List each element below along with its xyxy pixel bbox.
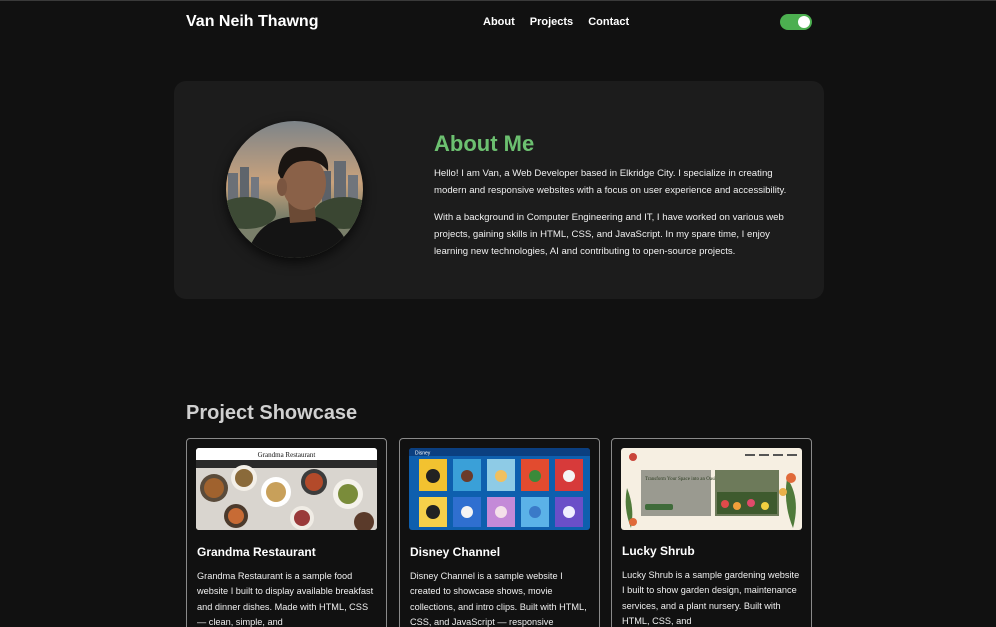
project-card-grandma-restaurant[interactable]: Grandma Restaurant Grandma Restaurant Gr… [186, 438, 387, 627]
project-card-lucky-shrub[interactable]: Transform Your Space into an Oasis Lucky… [611, 438, 812, 627]
project-name: Lucky Shrub [622, 544, 695, 558]
about-paragraph-2: With a background in Computer Engineerin… [434, 212, 784, 257]
brand-name[interactable]: Van Neih Thawng [186, 13, 318, 31]
thumb-title: Transform Your Space into an Oasis [645, 477, 717, 482]
projects-title: Project Showcase [186, 402, 358, 424]
project-name: Grandma Restaurant [197, 545, 316, 559]
site-header: Van Neih Thawng About Projects Contact [186, 12, 812, 34]
project-thumbnail: Disney [409, 448, 590, 530]
thumb-title: Disney [415, 451, 431, 457]
profile-photo [226, 121, 363, 258]
project-description: Grandma Restaurant is a sample food webs… [197, 571, 374, 627]
nav-projects[interactable]: Projects [530, 16, 573, 28]
main-nav: About Projects Contact [483, 16, 629, 28]
nav-contact[interactable]: Contact [588, 16, 629, 28]
about-section: About Me Hello! I am Van, a Web Develope… [174, 81, 824, 299]
project-thumbnail: Transform Your Space into an Oasis [621, 448, 802, 530]
top-border [0, 0, 996, 1]
about-title: About Me [434, 131, 535, 156]
about-paragraph-1: Hello! I am Van, a Web Developer based i… [434, 168, 787, 196]
project-thumbnail: Grandma Restaurant [196, 448, 377, 530]
project-description: Disney Channel is a sample website I cre… [410, 571, 587, 627]
thumb-title: Grandma Restaurant [258, 451, 316, 459]
project-name: Disney Channel [410, 545, 501, 559]
project-card-disney-channel[interactable]: Disney Disney Channel Disney Channel is … [399, 438, 600, 627]
nav-about[interactable]: About [483, 16, 515, 28]
project-description: Lucky Shrub is a sample gardening websit… [622, 570, 800, 626]
toggle-knob [798, 16, 810, 28]
theme-toggle[interactable] [780, 14, 812, 30]
